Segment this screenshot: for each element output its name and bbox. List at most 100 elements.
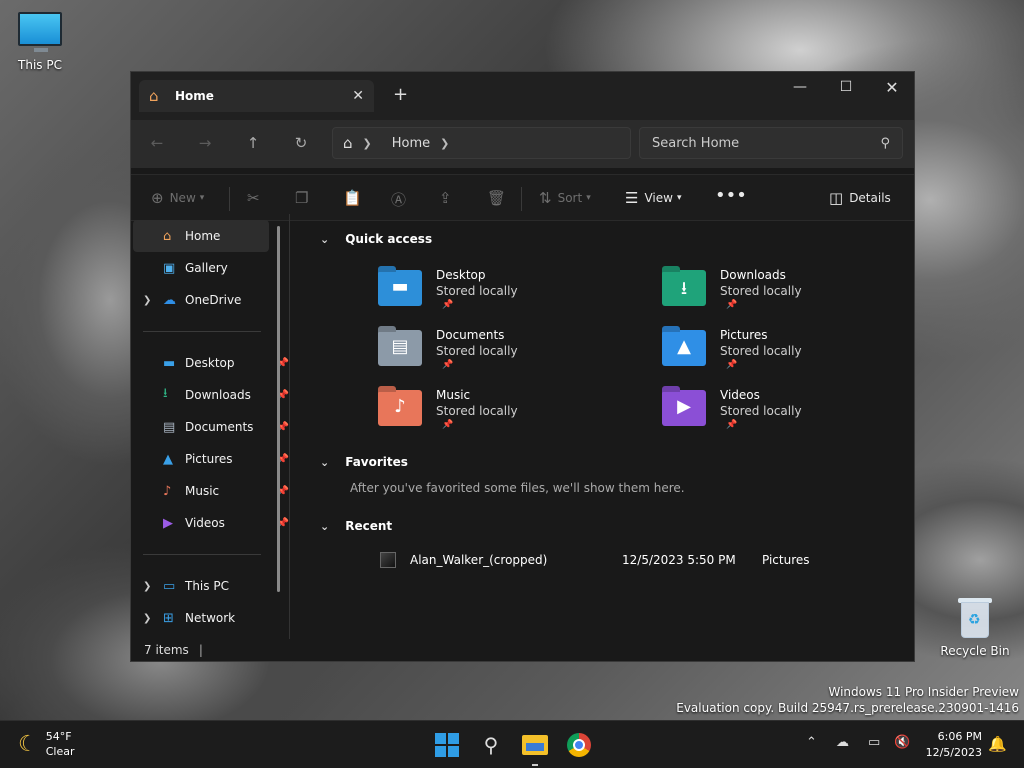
recent-file-date: 12/5/2023 5:50 PM	[622, 553, 736, 567]
weather-temperature: 54°F	[45, 730, 72, 743]
folder-status: Stored locally	[720, 404, 802, 418]
sidebar-item-label: Network	[185, 611, 236, 625]
desktop-icon-recycle-bin[interactable]: ♻ Recycle Bin	[935, 596, 1015, 658]
delete-button[interactable]: 🗑	[487, 189, 512, 207]
new-tab-button[interactable]: +	[393, 84, 408, 105]
recent-file-location: Pictures	[762, 553, 810, 567]
home-icon: ⌂	[163, 228, 172, 244]
network-tray-icon[interactable]: ▭	[868, 735, 880, 750]
monitor-icon	[18, 12, 62, 52]
weather-widget[interactable]: ☾ 54°F Clear	[18, 729, 75, 759]
sidebar-item-this-pc[interactable]: ❯ ▭ This PC	[131, 570, 289, 602]
sidebar-item-label: Gallery	[185, 261, 228, 275]
more-options-button[interactable]: •••	[715, 185, 747, 206]
folder-status: Stored locally	[436, 344, 518, 358]
search-input[interactable]	[652, 135, 852, 151]
chevron-down-icon: ▾	[586, 193, 591, 203]
onedrive-tray-icon[interactable]: ☁	[836, 735, 849, 750]
notification-bell-icon[interactable]: 🔔	[988, 735, 1007, 753]
quick-access-music[interactable]: ♪ Music Stored locally 📌	[378, 388, 518, 430]
status-divider: |	[198, 643, 203, 657]
new-button[interactable]: ⊕ New ▾	[151, 189, 204, 207]
file-explorer-taskbar-button[interactable]	[521, 731, 549, 759]
start-button[interactable]	[433, 731, 461, 759]
weather-description: Clear	[45, 745, 75, 758]
close-window-button[interactable]: ✕	[869, 72, 915, 102]
forward-button[interactable]: →	[193, 134, 217, 152]
minimize-button[interactable]: —	[777, 72, 823, 102]
folder-status: Stored locally	[720, 284, 802, 298]
clock[interactable]: 6:06 PM 12/5/2023	[922, 729, 982, 761]
paste-button[interactable]: 📋	[343, 189, 368, 207]
folder-icon	[522, 735, 548, 755]
folder-name: Desktop	[436, 268, 486, 282]
search-button[interactable]: ⚲	[477, 731, 505, 759]
sort-button[interactable]: ⇅ Sort ▾	[539, 189, 591, 207]
sidebar-divider	[143, 554, 261, 555]
chrome-taskbar-button[interactable]	[565, 731, 593, 759]
sidebar-scrollbar[interactable]	[277, 226, 280, 592]
chevron-right-icon[interactable]: ❯	[143, 613, 151, 624]
desktop-icon-this-pc[interactable]: This PC	[0, 12, 80, 72]
cut-button[interactable]: ✂	[247, 189, 266, 207]
quick-access-header[interactable]: ⌄ Quick access	[320, 232, 432, 246]
music-icon: ♪	[163, 483, 172, 499]
pin-icon: 📌	[726, 420, 738, 430]
sidebar-item-network[interactable]: ❯ ⊞ Network	[131, 602, 289, 634]
windows-logo-icon	[435, 733, 459, 757]
chevron-right-icon[interactable]: ❯	[143, 295, 151, 306]
section-title: Quick access	[345, 232, 433, 246]
sidebar-item-videos[interactable]: ▶ Videos 📌	[131, 507, 289, 539]
close-tab-icon[interactable]: ✕	[352, 88, 364, 104]
chevron-up-icon: ⌃	[806, 735, 817, 750]
quick-access-documents[interactable]: ▤ Documents Stored locally 📌	[378, 328, 518, 370]
tab-label: Home	[175, 89, 214, 103]
copy-icon: ❐	[295, 189, 309, 207]
sidebar-item-music[interactable]: ♪ Music 📌	[131, 475, 289, 507]
sidebar-item-label: Downloads	[185, 388, 251, 402]
pin-icon: 📌	[726, 360, 738, 370]
clipboard-icon: 📋	[343, 189, 362, 207]
sidebar-item-pictures[interactable]: ▲ Pictures 📌	[131, 443, 289, 475]
sidebar-item-onedrive[interactable]: ❯ ☁ OneDrive	[131, 284, 289, 316]
back-button[interactable]: ←	[145, 134, 169, 152]
view-button[interactable]: ☰ View ▾	[625, 189, 681, 207]
quick-access-downloads[interactable]: ⭳ Downloads Stored locally 📌	[662, 268, 802, 310]
sidebar-item-desktop[interactable]: ▬ Desktop 📌	[131, 347, 289, 379]
up-button[interactable]: ↑	[241, 134, 265, 152]
sidebar-item-label: Pictures	[185, 452, 233, 466]
breadcrumb-home[interactable]: Home	[392, 136, 430, 151]
search-box[interactable]: ⚲	[639, 127, 903, 159]
desktop-folder-icon: ▬	[378, 270, 422, 306]
sidebar-item-gallery[interactable]: ▣ Gallery	[131, 252, 289, 284]
quick-access-videos[interactable]: ▶ Videos Stored locally 📌	[662, 388, 802, 430]
sidebar-item-home[interactable]: ⌂ Home	[133, 220, 269, 252]
tab-home[interactable]: ⌂ Home ✕	[139, 80, 374, 112]
address-bar[interactable]: ⌂ ❯ Home ❯	[332, 127, 631, 159]
document-icon: ▤	[163, 419, 176, 435]
quick-access-desktop[interactable]: ▬ Desktop Stored locally 📌	[378, 268, 518, 310]
volume-tray-icon[interactable]: 🔇	[894, 735, 910, 750]
cloud-icon: ☁	[163, 292, 176, 308]
quick-access-pictures[interactable]: ▲ Pictures Stored locally 📌	[662, 328, 802, 370]
cloud-icon: ☁	[836, 735, 849, 750]
details-button[interactable]: ◫ Details	[829, 189, 891, 207]
show-hidden-icons-button[interactable]: ⌃	[806, 735, 817, 750]
refresh-button[interactable]: ↻	[289, 134, 313, 152]
pictures-icon: ▲	[163, 451, 173, 467]
favorites-header[interactable]: ⌄ Favorites	[320, 455, 408, 469]
sidebar-item-label: Documents	[185, 420, 254, 434]
chevron-down-icon: ⌄	[320, 455, 330, 469]
rename-button[interactable]: Ⓐ	[391, 189, 412, 210]
recent-file-row[interactable]: Alan_Walker_(cropped) 12/5/2023 5:50 PM …	[380, 552, 894, 568]
status-bar: 7 items |	[131, 639, 914, 661]
sidebar-item-documents[interactable]: ▤ Documents 📌	[131, 411, 289, 443]
chevron-right-icon[interactable]: ❯	[143, 581, 151, 592]
scissors-icon: ✂	[247, 189, 260, 207]
share-button[interactable]: ⇪	[439, 189, 458, 207]
sidebar-item-downloads[interactable]: ⭳ Downloads 📌	[131, 379, 289, 411]
folder-status: Stored locally	[720, 344, 802, 358]
copy-button[interactable]: ❐	[295, 189, 314, 207]
maximize-button[interactable]: ☐	[823, 72, 869, 102]
recent-header[interactable]: ⌄ Recent	[320, 519, 392, 533]
